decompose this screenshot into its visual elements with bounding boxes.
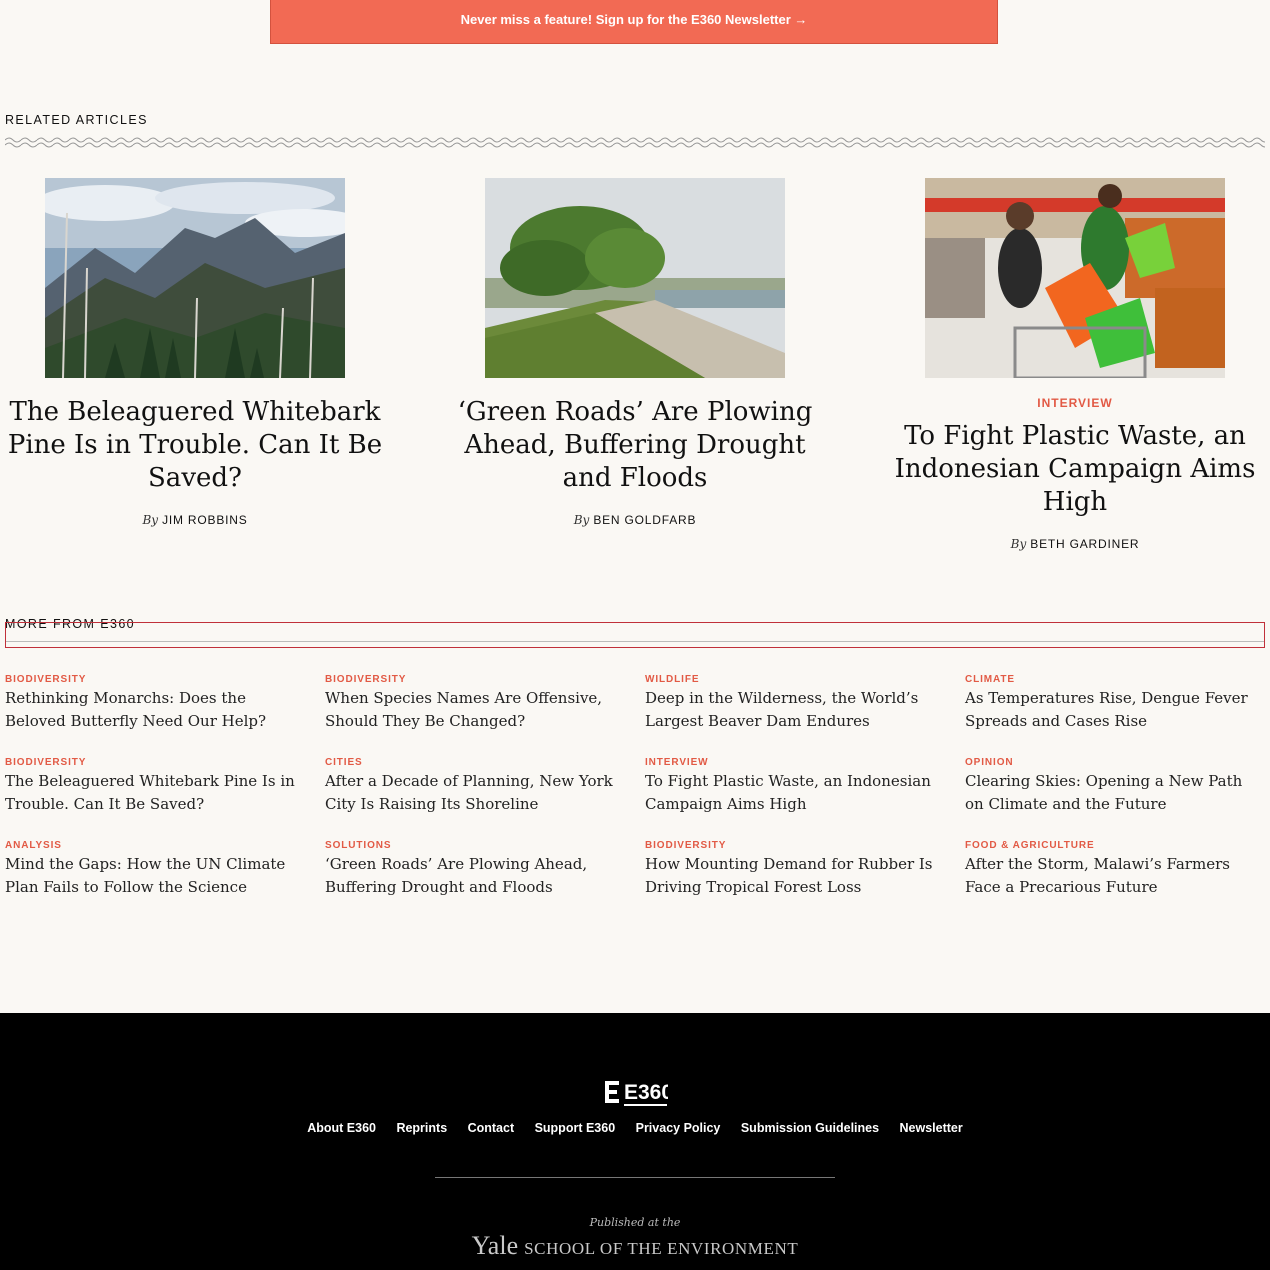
author-name[interactable]: BEN GOLDFARB [593, 513, 696, 527]
item-rubric[interactable]: INTERVIEW [645, 757, 945, 768]
footer-link-support[interactable]: Support E360 [535, 1121, 616, 1135]
related-articles-heading: RELATED ARTICLES [5, 113, 148, 127]
newsletter-banner[interactable]: Never miss a feature! Sign up for the E3… [270, 0, 998, 44]
item-title[interactable]: After a Decade of Planning, New York Cit… [325, 770, 625, 816]
item-rubric[interactable]: BIODIVERSITY [645, 840, 945, 851]
yale-wordmark: Yale [471, 1231, 519, 1260]
by-label: By [1010, 537, 1027, 551]
item-rubric[interactable]: CITIES [325, 757, 625, 768]
author-name[interactable]: BETH GARDINER [1030, 537, 1139, 551]
footer-link-privacy[interactable]: Privacy Policy [636, 1121, 721, 1135]
item-title[interactable]: Rethinking Monarchs: Does the Beloved Bu… [5, 687, 305, 733]
item-rubric[interactable]: BIODIVERSITY [5, 757, 305, 768]
author-name[interactable]: JIM ROBBINS [162, 513, 247, 527]
green-road-image[interactable] [485, 178, 785, 378]
yale-school-logo[interactable]: Yale SCHOOL OF THE ENVIRONMENT [0, 1231, 1270, 1261]
item-rubric[interactable]: BIODIVERSITY [5, 674, 305, 685]
item-rubric[interactable]: FOOD & AGRICULTURE [965, 840, 1265, 851]
article-title[interactable]: The Beleaguered Whitebark Pine Is in Tro… [0, 396, 395, 495]
item-title[interactable]: After the Storm, Malawi’s Farmers Face a… [965, 853, 1265, 899]
wavy-divider [5, 136, 1265, 148]
byline: By BETH GARDINER [875, 537, 1270, 551]
article-title[interactable]: ‘Green Roads’ Are Plowing Ahead, Bufferi… [435, 396, 835, 495]
mountain-forest-image[interactable] [45, 178, 345, 378]
item-title[interactable]: To Fight Plastic Waste, an Indonesian Ca… [645, 770, 945, 816]
school-name: SCHOOL OF THE ENVIRONMENT [524, 1239, 799, 1258]
item-title[interactable]: Mind the Gaps: How the UN Climate Plan F… [5, 853, 305, 899]
footer-link-newsletter[interactable]: Newsletter [900, 1121, 963, 1135]
item-rubric[interactable]: BIODIVERSITY [325, 674, 625, 685]
related-article-card[interactable]: ‘Green Roads’ Are Plowing Ahead, Bufferi… [435, 178, 835, 527]
article-rubric[interactable]: INTERVIEW [875, 396, 1270, 410]
by-label: By [142, 513, 159, 527]
footer-link-contact[interactable]: Contact [468, 1121, 515, 1135]
item-title[interactable]: How Mounting Demand for Rubber Is Drivin… [645, 853, 945, 899]
byline: By JIM ROBBINS [0, 513, 395, 527]
item-rubric[interactable]: SOLUTIONS [325, 840, 625, 851]
e360-logo[interactable]: E360 [604, 1079, 668, 1107]
item-rubric[interactable]: OPINION [965, 757, 1265, 768]
more-list-item[interactable]: BIODIVERSITY How Mounting Demand for Rub… [645, 840, 945, 899]
more-list-item[interactable]: INTERVIEW To Fight Plastic Waste, an Ind… [645, 757, 945, 816]
item-rubric[interactable]: ANALYSIS [5, 840, 305, 851]
supermarket-image[interactable] [925, 178, 1225, 378]
more-list-item[interactable]: FOOD & AGRICULTURE After the Storm, Mala… [965, 840, 1265, 899]
more-list-item[interactable]: BIODIVERSITY The Beleaguered Whitebark P… [5, 757, 305, 816]
divider-line [6, 641, 1264, 642]
more-list-item[interactable]: BIODIVERSITY Rethinking Monarchs: Does t… [5, 674, 305, 733]
footer-divider [435, 1177, 835, 1178]
more-list-item[interactable]: BIODIVERSITY When Species Names Are Offe… [325, 674, 625, 733]
more-list-item[interactable]: CLIMATE As Temperatures Rise, Dengue Fev… [965, 674, 1265, 733]
more-list-item[interactable]: CITIES After a Decade of Planning, New Y… [325, 757, 625, 816]
footer-link-reprints[interactable]: Reprints [396, 1121, 447, 1135]
item-title[interactable]: ‘Green Roads’ Are Plowing Ahead, Bufferi… [325, 853, 625, 899]
logo-text: E360 [624, 1081, 668, 1104]
by-label: By [573, 513, 590, 527]
more-list-item[interactable]: OPINION Clearing Skies: Opening a New Pa… [965, 757, 1265, 816]
footer-link-about[interactable]: About E360 [307, 1121, 376, 1135]
related-article-card[interactable]: INTERVIEW To Fight Plastic Waste, an Ind… [875, 178, 1270, 551]
published-at-label: Published at the [589, 1216, 681, 1229]
byline: By BEN GOLDFARB [435, 513, 835, 527]
item-title[interactable]: The Beleaguered Whitebark Pine Is in Tro… [5, 770, 305, 816]
item-rubric[interactable]: WILDLIFE [645, 674, 945, 685]
newsletter-link[interactable]: Never miss a feature! Sign up for the E3… [461, 12, 808, 27]
more-list-item[interactable]: ANALYSIS Mind the Gaps: How the UN Clima… [5, 840, 305, 899]
item-title[interactable]: As Temperatures Rise, Dengue Fever Sprea… [965, 687, 1265, 733]
article-title[interactable]: To Fight Plastic Waste, an Indonesian Ca… [875, 420, 1270, 519]
footer-links: About E360 Reprints Contact Support E360… [0, 1119, 1270, 1137]
item-title[interactable]: When Species Names Are Offensive, Should… [325, 687, 625, 733]
item-rubric[interactable]: CLIMATE [965, 674, 1265, 685]
item-title[interactable]: Clearing Skies: Opening a New Path on Cl… [965, 770, 1265, 816]
more-list-item[interactable]: WILDLIFE Deep in the Wilderness, the Wor… [645, 674, 945, 733]
site-footer: E360 About E360 Reprints Contact Support… [0, 1013, 1270, 1270]
item-title[interactable]: Deep in the Wilderness, the World’s Larg… [645, 687, 945, 733]
more-list-item[interactable]: SOLUTIONS ‘Green Roads’ Are Plowing Ahea… [325, 840, 625, 899]
more-section-divider [5, 622, 1265, 648]
related-article-card[interactable]: The Beleaguered Whitebark Pine Is in Tro… [0, 178, 395, 527]
footer-link-submission[interactable]: Submission Guidelines [741, 1121, 879, 1135]
